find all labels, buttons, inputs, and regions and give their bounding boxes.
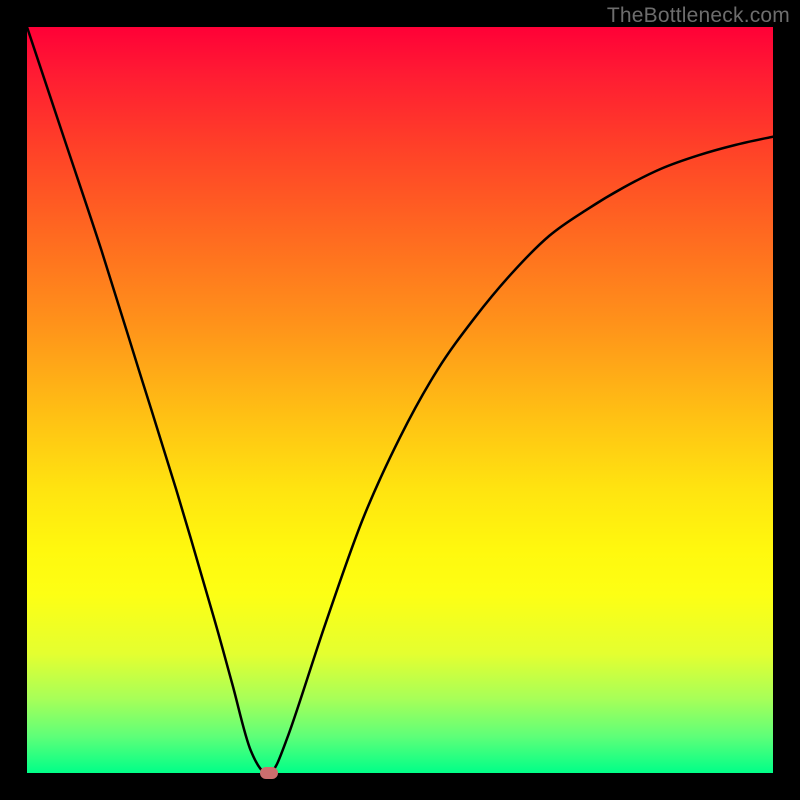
watermark-text: TheBottleneck.com [607, 4, 790, 28]
chart-container: TheBottleneck.com [0, 0, 800, 800]
bottleneck-curve [27, 27, 773, 773]
plot-area [27, 27, 773, 773]
minimum-marker [260, 767, 278, 779]
